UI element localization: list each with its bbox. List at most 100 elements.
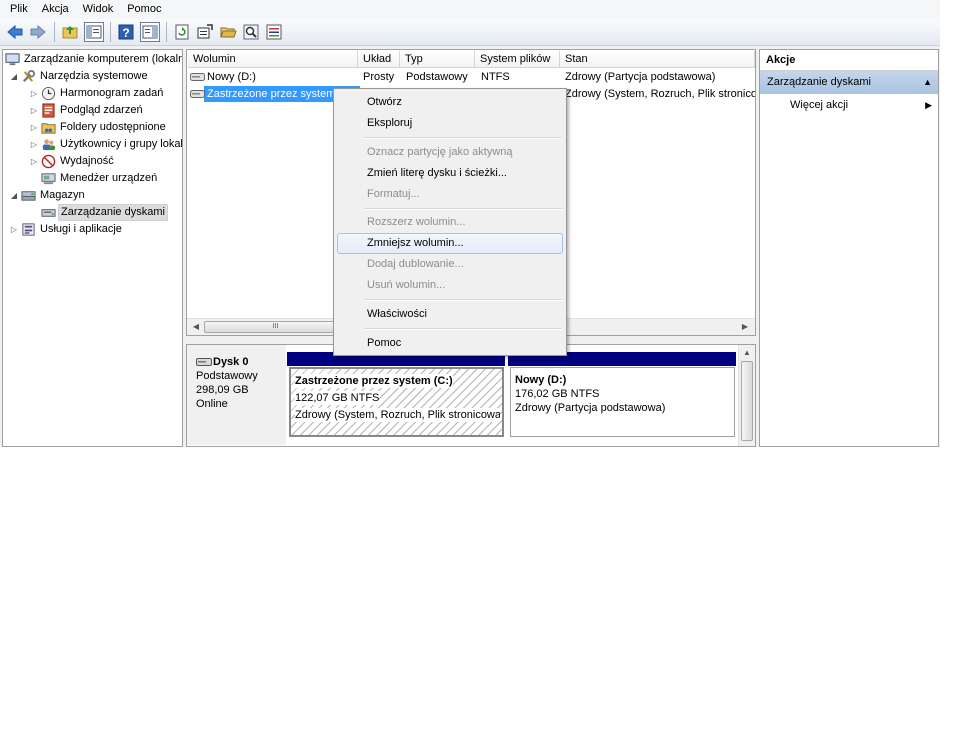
collapse-arrow-icon[interactable]: ◢ bbox=[9, 72, 19, 81]
toolbar: ? bbox=[0, 19, 940, 46]
performance-icon bbox=[40, 154, 56, 170]
scroll-right-icon[interactable]: ▶ bbox=[739, 321, 751, 333]
column-header-layout[interactable]: Układ bbox=[358, 51, 400, 68]
tree-label: Zarządzanie komputerem (lokalne) bbox=[24, 53, 183, 65]
scroll-up-icon[interactable]: ▲ bbox=[741, 347, 753, 359]
menu-item-properties[interactable]: Właściwości bbox=[337, 304, 563, 325]
tree-label: Narzędzia systemowe bbox=[40, 70, 148, 82]
help-button[interactable]: ? bbox=[115, 21, 137, 43]
forward-arrow-icon bbox=[30, 24, 46, 40]
back-button[interactable] bbox=[4, 21, 26, 43]
tree-label: Harmonogram zadań bbox=[60, 87, 164, 99]
search-button[interactable] bbox=[240, 21, 262, 43]
drive-icon bbox=[190, 90, 205, 98]
menu-separator bbox=[364, 328, 562, 330]
actions-group-disk-management[interactable]: Zarządzanie dyskami ▲ bbox=[760, 71, 938, 94]
volume-status: Zdrowy (Partycja podstawowa) bbox=[565, 71, 716, 83]
magnifier-icon bbox=[243, 24, 259, 40]
refresh-button[interactable] bbox=[171, 21, 193, 43]
partition-name: Nowy (D:) bbox=[515, 374, 567, 386]
menu-item-open[interactable]: Otwórz bbox=[337, 92, 563, 113]
collapse-arrow-icon[interactable]: ◢ bbox=[9, 191, 19, 200]
forward-button[interactable] bbox=[27, 21, 49, 43]
more-actions-label: Więcej akcji bbox=[790, 99, 849, 111]
expand-arrow-icon[interactable]: ▷ bbox=[29, 89, 39, 98]
menu-help[interactable]: Pomoc bbox=[120, 0, 168, 19]
toolbar-separator bbox=[166, 22, 167, 42]
menu-item-change-letter[interactable]: Zmień literę dysku i ścieżki... bbox=[337, 163, 563, 184]
context-menu: Otwórz Eksploruj Oznacz partycję jako ak… bbox=[333, 88, 567, 356]
partition-status: Zdrowy (Partycja podstawowa) bbox=[515, 402, 666, 414]
show-action-pane-button[interactable] bbox=[140, 22, 160, 42]
tree-item-system-tools[interactable]: ◢ Narzędzia systemowe bbox=[9, 68, 150, 85]
export-list-icon bbox=[197, 24, 213, 39]
collapse-up-icon[interactable]: ▲ bbox=[923, 71, 932, 94]
services-icon bbox=[20, 222, 36, 238]
tree-item-device-manager[interactable]: Menedżer urządzeń bbox=[39, 170, 159, 187]
more-actions-item[interactable]: Więcej akcji ▶ bbox=[760, 94, 938, 116]
computer-management-icon bbox=[4, 52, 20, 68]
scroll-left-icon[interactable]: ◀ bbox=[190, 321, 202, 333]
refresh-icon bbox=[175, 24, 189, 40]
table-row[interactable]: Nowy (D:) bbox=[190, 69, 358, 85]
tree-item-local-users[interactable]: ▷ Użytkownicy i grupy lokalne bbox=[29, 136, 182, 153]
menu-view[interactable]: Widok bbox=[76, 0, 121, 19]
submenu-arrow-icon: ▶ bbox=[925, 100, 932, 110]
disk-name: Dysk 0 bbox=[213, 356, 249, 368]
menu-file[interactable]: Plik bbox=[3, 0, 35, 19]
drive-icon bbox=[190, 73, 205, 81]
up-one-level-button[interactable] bbox=[59, 21, 81, 43]
scroll-thumb[interactable] bbox=[741, 361, 753, 441]
tools-icon bbox=[20, 69, 36, 85]
disk-info[interactable]: Dysk 0 Podstawowy 298,09 GB Online bbox=[187, 345, 286, 445]
menu-item-help[interactable]: Pomoc bbox=[337, 333, 563, 354]
column-header-filesystem[interactable]: System plików bbox=[475, 51, 560, 68]
menu-item-shrink-volume[interactable]: Zmniejsz wolumin... bbox=[337, 233, 563, 254]
column-header-volume[interactable]: Wolumin bbox=[188, 51, 358, 68]
show-hide-tree-button[interactable] bbox=[84, 22, 104, 42]
folder-up-icon bbox=[62, 26, 78, 39]
tree-item-storage[interactable]: ◢ Magazyn bbox=[9, 187, 87, 204]
expand-arrow-icon[interactable]: ▷ bbox=[9, 225, 19, 234]
vertical-scrollbar[interactable]: ▲ bbox=[738, 345, 755, 446]
column-header-status[interactable]: Stan bbox=[560, 51, 755, 68]
device-manager-icon bbox=[40, 171, 56, 187]
volume-status: Zdrowy (System, Rozruch, Plik stronicowa… bbox=[565, 88, 755, 100]
menu-item-mark-active: Oznacz partycję jako aktywną bbox=[367, 146, 513, 158]
tree-label: Podgląd zdarzeń bbox=[60, 104, 143, 116]
menu-item-explore[interactable]: Eksploruj bbox=[337, 113, 563, 134]
expand-arrow-icon[interactable]: ▷ bbox=[29, 106, 39, 115]
menu-action[interactable]: Akcja bbox=[35, 0, 76, 19]
properties-button[interactable] bbox=[263, 21, 285, 43]
tree-item-performance[interactable]: ▷ Wydajność bbox=[29, 153, 116, 170]
export-list-button[interactable] bbox=[194, 21, 216, 43]
scroll-thumb[interactable]: III bbox=[204, 321, 347, 333]
partition-d[interactable]: Nowy (D:) 176,02 GB NTFS Zdrowy (Partycj… bbox=[510, 367, 735, 437]
disk-map: Dysk 0 Podstawowy 298,09 GB Online Zastr… bbox=[186, 344, 756, 447]
tree-item-task-scheduler[interactable]: ▷ Harmonogram zadań bbox=[29, 85, 165, 102]
tree-item-services[interactable]: ▷ Usługi i aplikacje bbox=[9, 221, 124, 238]
partition-c[interactable]: Zastrzeżone przez system (C:) 122,07 GB … bbox=[289, 367, 504, 437]
tree-label: Wydajność bbox=[60, 155, 114, 167]
expand-arrow-icon[interactable]: ▷ bbox=[29, 157, 39, 166]
tree-item-event-viewer[interactable]: ▷ Podgląd zdarzeń bbox=[29, 102, 145, 119]
disk-icon bbox=[196, 358, 212, 366]
volume-filesystem: NTFS bbox=[481, 71, 510, 83]
menu-item-delete-volume: Usuń wolumin... bbox=[367, 279, 446, 291]
svg-text:?: ? bbox=[122, 26, 129, 40]
expand-arrow-icon[interactable]: ▷ bbox=[29, 123, 39, 132]
menu-item-format: Formatuj... bbox=[367, 188, 420, 200]
disk-state: Online bbox=[196, 398, 228, 410]
tree-item-disk-management[interactable]: Zarządzanie dyskami bbox=[39, 204, 168, 221]
properties-icon bbox=[266, 24, 282, 40]
disk-name-row: Dysk 0 bbox=[196, 355, 286, 369]
menu-separator bbox=[364, 208, 562, 210]
menu-item-add-mirror: Dodaj dublowanie... bbox=[367, 258, 464, 270]
volume-type: Podstawowy bbox=[406, 71, 468, 83]
tree-item-computer-management[interactable]: Zarządzanie komputerem (lokalne) bbox=[3, 51, 183, 68]
open-folder-button[interactable] bbox=[217, 21, 239, 43]
tree-item-shared-folders[interactable]: ▷ Foldery udostępnione bbox=[29, 119, 168, 136]
expand-arrow-icon[interactable]: ▷ bbox=[29, 140, 39, 149]
actions-pane: Akcje Zarządzanie dyskami ▲ Więcej akcji… bbox=[759, 49, 939, 447]
column-header-type[interactable]: Typ bbox=[400, 51, 475, 68]
